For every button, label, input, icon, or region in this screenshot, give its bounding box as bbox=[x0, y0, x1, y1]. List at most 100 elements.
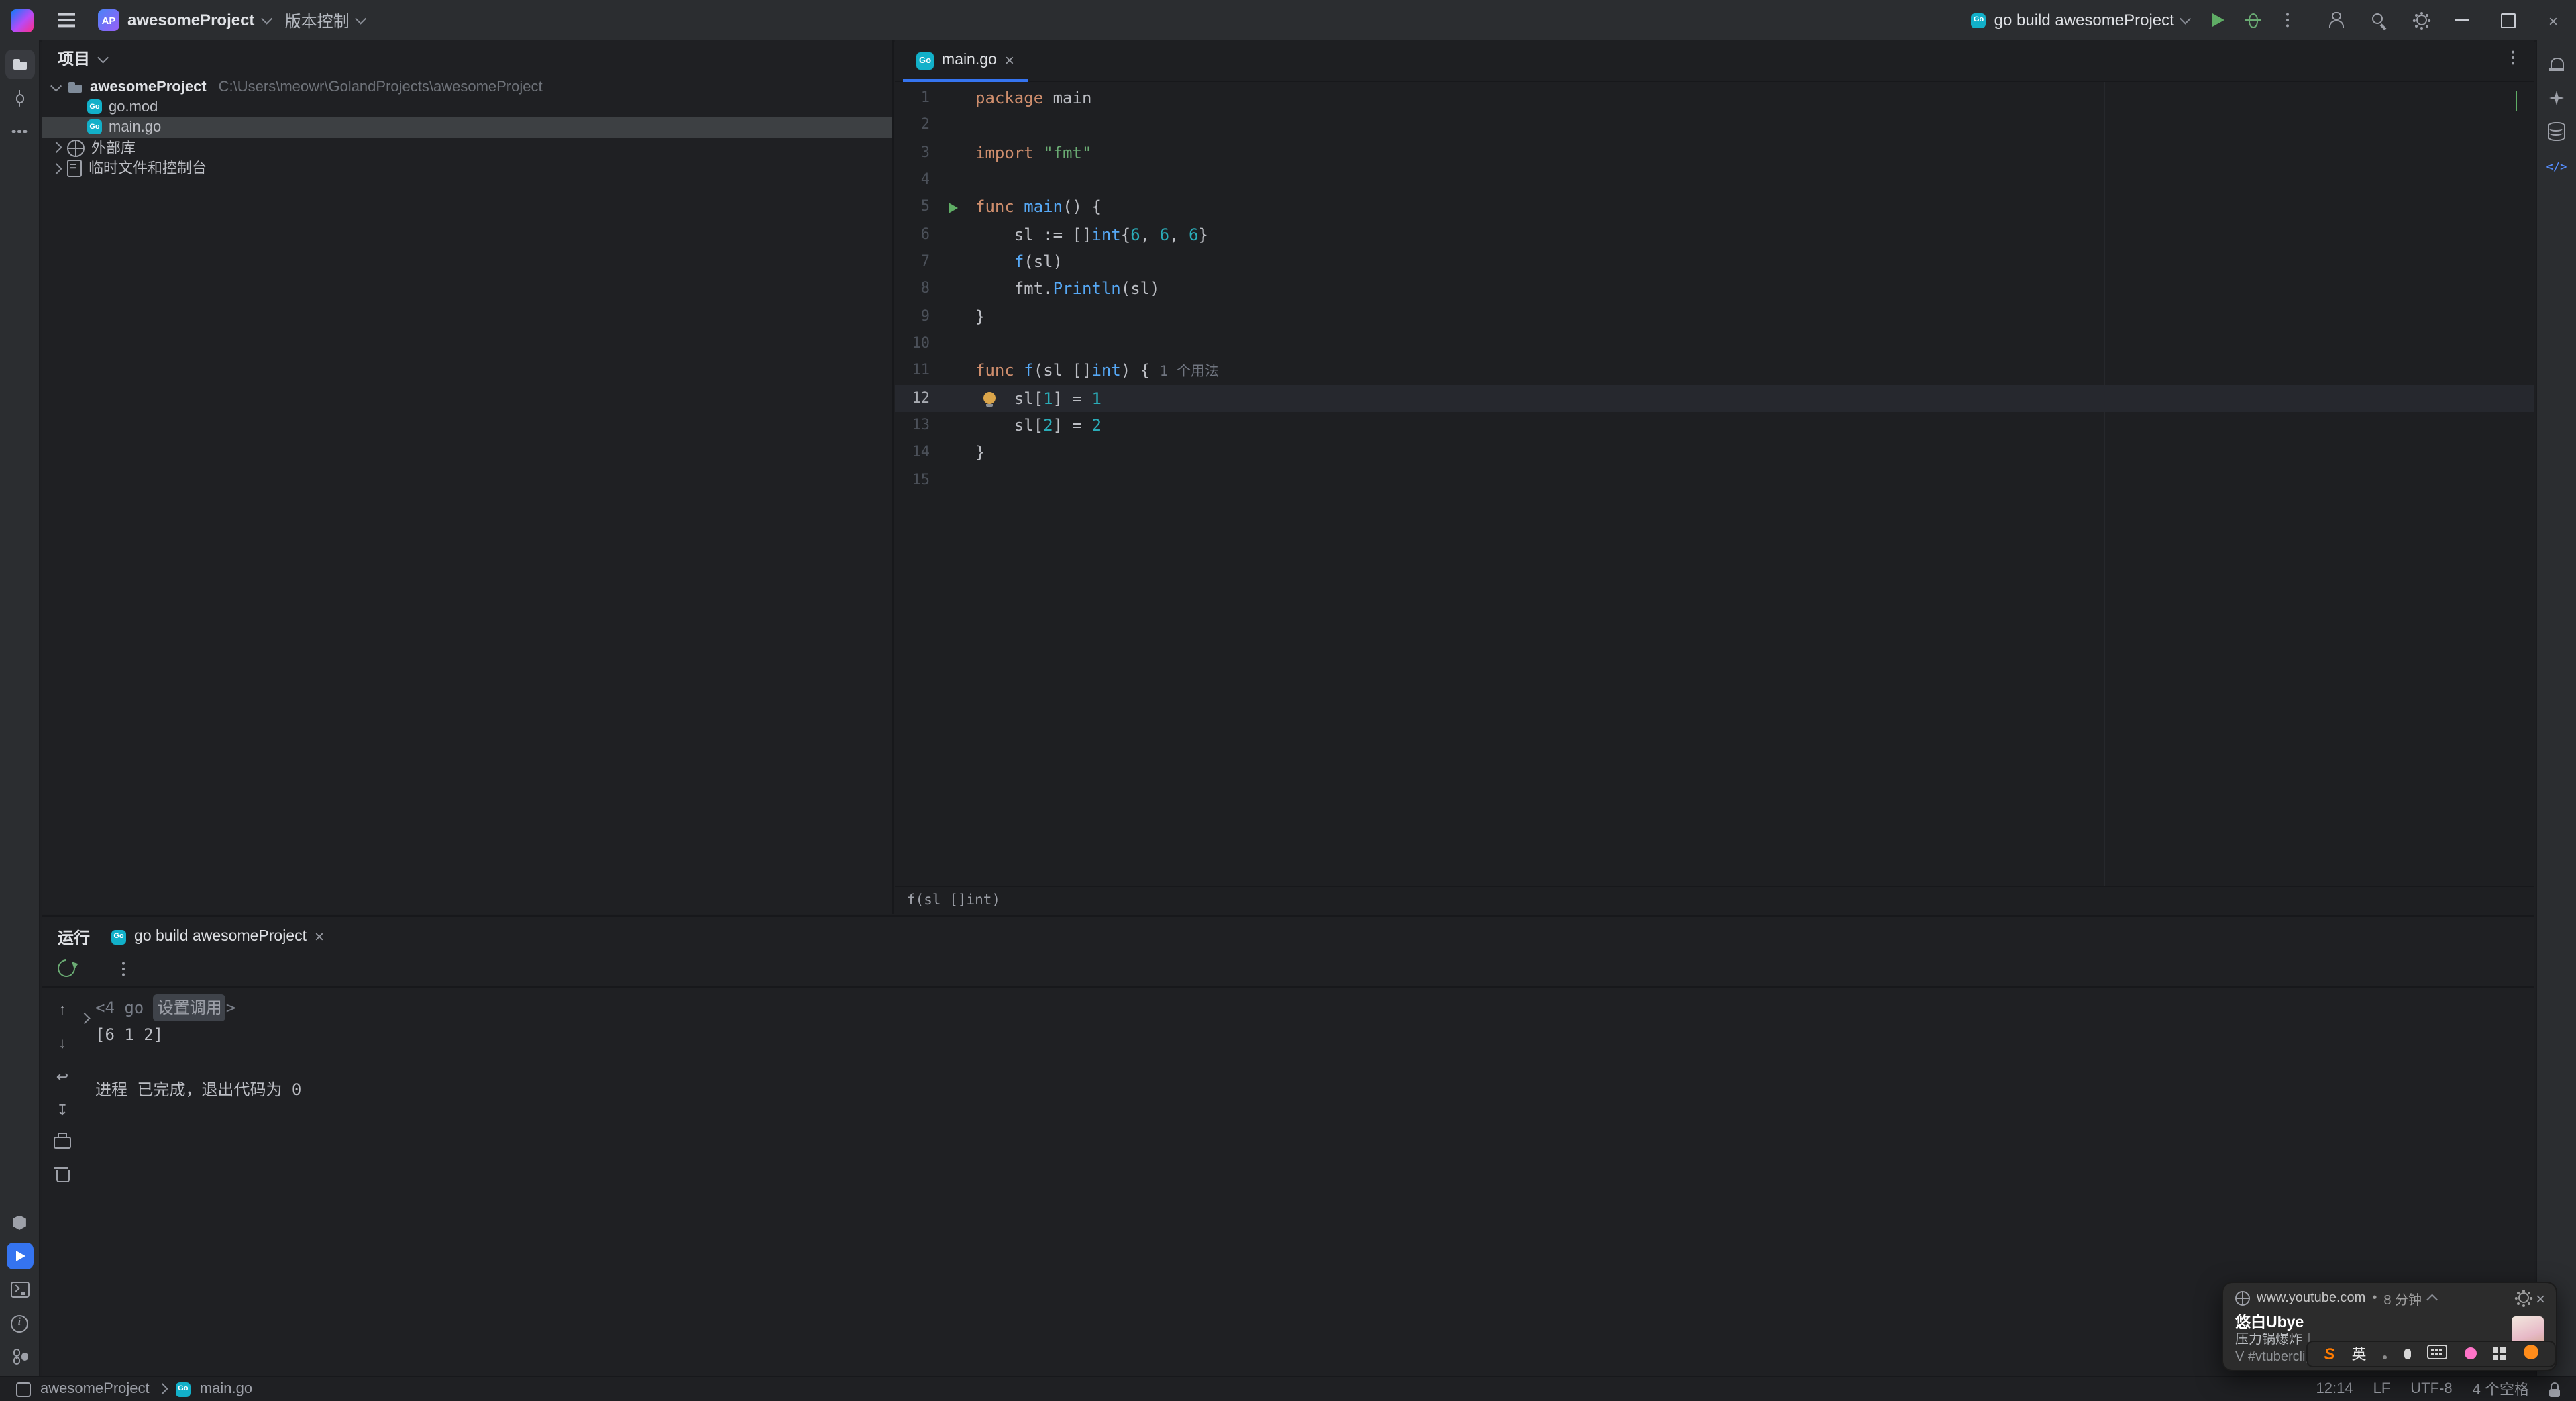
terminal-tool-window-button[interactable] bbox=[5, 1275, 34, 1304]
settings-button[interactable] bbox=[2404, 3, 2439, 38]
code-line-2[interactable]: 2 bbox=[895, 112, 2534, 140]
line-number[interactable]: 14 bbox=[895, 439, 930, 467]
line-number[interactable]: 5 bbox=[895, 194, 930, 221]
tree-item-external-libraries[interactable]: 外部库 bbox=[42, 138, 892, 158]
chevron-right-icon[interactable] bbox=[51, 142, 62, 154]
run-configuration-selector[interactable]: go build awesomeProject bbox=[1971, 11, 2192, 30]
project-tool-window-button[interactable] bbox=[5, 50, 34, 79]
notification-close-button[interactable] bbox=[2536, 1289, 2545, 1308]
skin-button[interactable] bbox=[2464, 1342, 2477, 1366]
notification-settings-button[interactable] bbox=[2514, 1289, 2529, 1308]
code-line-11[interactable]: 11 func f(sl []int) { 1 个用法 bbox=[895, 358, 2534, 385]
more-tool-windows-button[interactable] bbox=[5, 117, 34, 146]
sogou-logo[interactable]: S bbox=[2324, 1342, 2334, 1366]
more-actions-button[interactable] bbox=[2270, 3, 2305, 38]
code-line-15[interactable]: 15 bbox=[895, 467, 2534, 495]
tree-item-root[interactable]: awesomeProject C:\Users\meowr\GolandProje… bbox=[42, 76, 892, 97]
rerun-button[interactable] bbox=[54, 955, 79, 984]
tree-item-go-mod[interactable]: go.mod bbox=[42, 97, 892, 117]
line-number[interactable]: 4 bbox=[895, 166, 930, 194]
run-gutter-icon[interactable] bbox=[948, 202, 957, 213]
language-indicator[interactable]: 英 bbox=[2351, 1342, 2366, 1366]
run-tool-window-button[interactable] bbox=[5, 1241, 34, 1271]
close-button[interactable] bbox=[2530, 0, 2576, 40]
line-number[interactable]: 3 bbox=[895, 139, 930, 166]
code-line-3[interactable]: 3 import "fmt" bbox=[895, 139, 2534, 166]
project-widget[interactable]: AP awesomeProject bbox=[98, 9, 272, 31]
project-badge: AP bbox=[98, 9, 119, 31]
run-button[interactable] bbox=[2200, 3, 2235, 38]
code-line-14[interactable]: 14} bbox=[895, 439, 2534, 467]
tab-main-go[interactable]: main.go bbox=[903, 40, 1028, 82]
separator-dot-button[interactable] bbox=[2383, 1342, 2387, 1366]
toolbox-button[interactable] bbox=[2493, 1342, 2506, 1366]
line-number[interactable]: 9 bbox=[895, 303, 930, 331]
maximize-button[interactable] bbox=[2485, 0, 2530, 40]
line-number[interactable]: 15 bbox=[895, 467, 930, 495]
read-only-lock-icon[interactable] bbox=[2549, 1382, 2560, 1396]
intention-bulb-icon[interactable] bbox=[983, 391, 996, 407]
chevron-down-icon[interactable] bbox=[51, 80, 62, 91]
code-line-4[interactable]: 4 bbox=[895, 166, 2534, 194]
virtual-keyboard-button[interactable] bbox=[2427, 1342, 2448, 1366]
line-number[interactable]: 6 bbox=[895, 221, 930, 248]
main-menu-button[interactable] bbox=[48, 3, 83, 38]
fold-arrow[interactable] bbox=[78, 1004, 90, 1031]
close-tab-icon[interactable] bbox=[315, 927, 324, 946]
line-number[interactable]: 7 bbox=[895, 248, 930, 276]
commit-tool-window-button[interactable] bbox=[5, 83, 34, 113]
minimize-button[interactable] bbox=[2439, 0, 2485, 40]
code-editor[interactable]: 1 package main 2 3 import "fmt" 4 5 func main()… bbox=[895, 82, 2534, 886]
microphone-button[interactable] bbox=[2404, 1342, 2411, 1366]
sogou-smiley-button[interactable] bbox=[2523, 1342, 2538, 1366]
sogou-smiley-icon bbox=[2523, 1345, 2538, 1359]
search-everywhere-button[interactable] bbox=[2361, 3, 2396, 38]
database-tool-window-button[interactable] bbox=[2542, 117, 2571, 146]
version-control-tool-window-button[interactable] bbox=[5, 1342, 34, 1371]
chevron-up-icon[interactable] bbox=[2426, 1295, 2438, 1306]
line-number[interactable]: 12 bbox=[895, 385, 930, 413]
code-line-8[interactable]: 8 fmt.Println(sl) bbox=[895, 276, 2534, 303]
chevron-slot bbox=[51, 142, 62, 154]
code-line-1[interactable]: 1 package main bbox=[895, 85, 2534, 112]
code-line-12[interactable]: 12 sl[1] = 1 bbox=[895, 384, 2534, 413]
vcs-widget[interactable]: 版本控制 bbox=[285, 9, 367, 32]
code-tool-window-button[interactable] bbox=[2542, 150, 2571, 180]
tab-options-button[interactable] bbox=[2505, 48, 2521, 72]
code-line-9[interactable]: 9} bbox=[895, 303, 2534, 331]
token: f bbox=[1024, 360, 1034, 380]
notifications-button[interactable] bbox=[2542, 50, 2571, 79]
services-tool-window-button[interactable] bbox=[5, 1208, 34, 1237]
close-tab-icon[interactable] bbox=[1005, 51, 1014, 70]
ai-assistant-button[interactable] bbox=[2542, 83, 2571, 113]
line-number[interactable]: 2 bbox=[895, 112, 930, 140]
kebab-menu-icon bbox=[115, 961, 131, 977]
tree-item-main-go[interactable]: main.go bbox=[42, 117, 892, 138]
line-number[interactable]: 1 bbox=[895, 85, 930, 112]
ime-toolbar[interactable]: S英 bbox=[2306, 1341, 2556, 1367]
line-number[interactable]: 13 bbox=[895, 412, 930, 439]
code-text: import "fmt" bbox=[975, 139, 1091, 166]
code-line-6[interactable]: 6 sl := []int{6, 6, 6} bbox=[895, 221, 2534, 248]
problems-tool-window-button[interactable] bbox=[5, 1308, 34, 1338]
line-number[interactable]: 10 bbox=[895, 330, 930, 358]
code-line-7[interactable]: 7 f(sl) bbox=[895, 248, 2534, 276]
account-button[interactable] bbox=[2318, 3, 2353, 38]
tree-item-scratches-and-consoles[interactable]: 临时文件和控制台 bbox=[42, 158, 892, 178]
line-separator-widget[interactable]: LF bbox=[2373, 1381, 2391, 1397]
code-line-5[interactable]: 5 func main() { bbox=[895, 194, 2534, 221]
debug-button[interactable] bbox=[2235, 3, 2270, 38]
encoding-widget[interactable]: UTF-8 bbox=[2410, 1381, 2452, 1397]
code-line-10[interactable]: 10 bbox=[895, 330, 2534, 358]
project-panel-header[interactable]: 项目 bbox=[42, 40, 892, 76]
status-breadcrumb[interactable]: awesomeProject main.go bbox=[16, 1381, 252, 1397]
problems-icon bbox=[11, 1314, 28, 1332]
indent-widget[interactable]: 4 个空格 bbox=[2473, 1378, 2529, 1400]
line-number[interactable]: 11 bbox=[895, 358, 930, 385]
cursor-position-widget[interactable]: 12:14 bbox=[2316, 1381, 2353, 1397]
code-line-13[interactable]: 13 sl[2] = 2 bbox=[895, 412, 2534, 439]
chevron-right-icon[interactable] bbox=[51, 162, 62, 174]
console-more-button[interactable] bbox=[115, 959, 131, 984]
run-tab-go-build[interactable]: go build awesomeProject bbox=[111, 927, 324, 946]
line-number[interactable]: 8 bbox=[895, 276, 930, 303]
